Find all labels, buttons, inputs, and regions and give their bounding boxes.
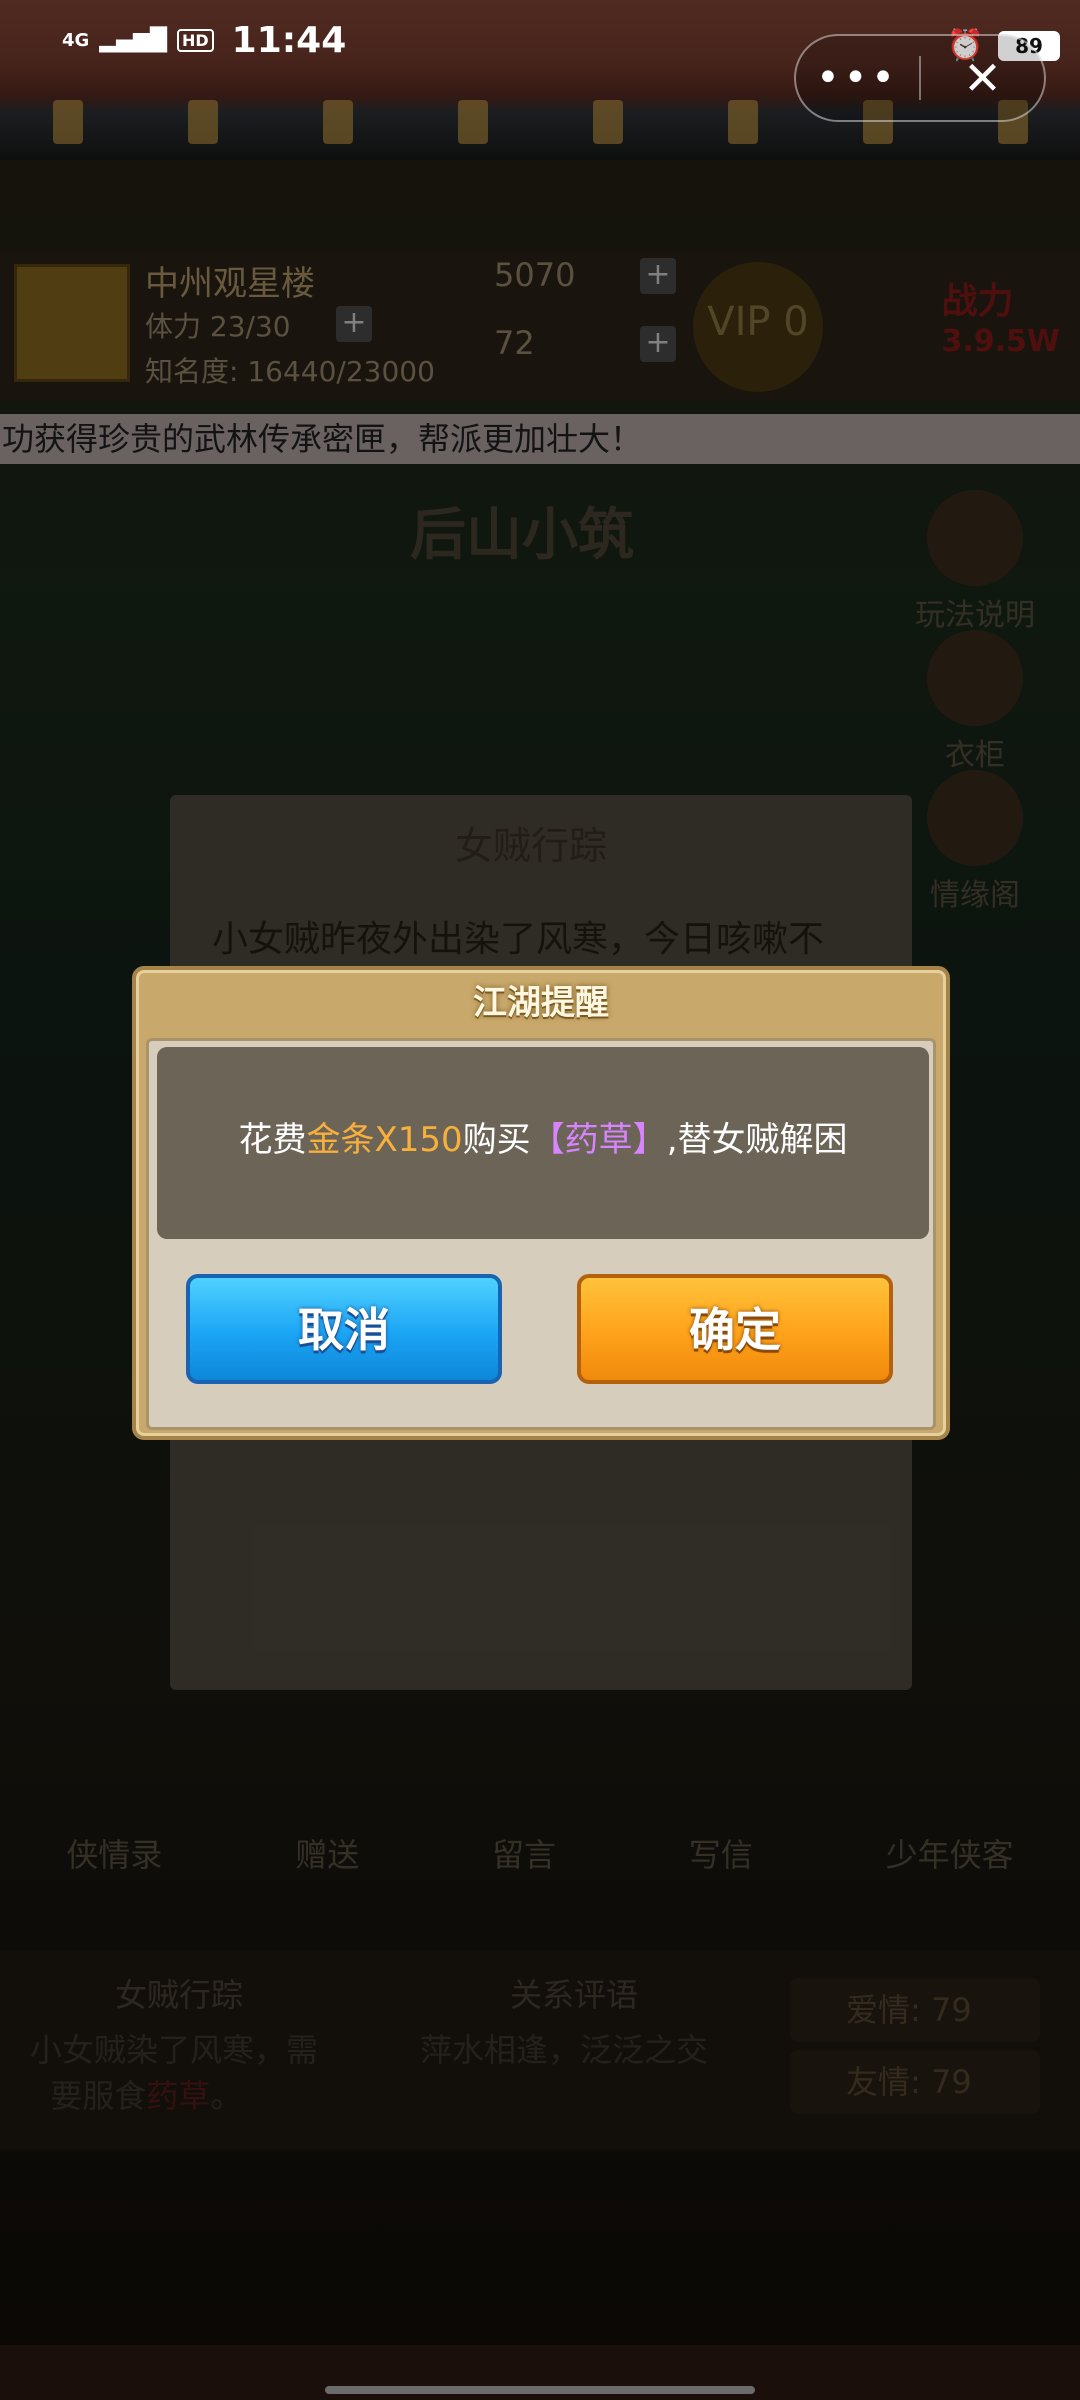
network-label: 4G xyxy=(62,29,90,51)
hd-badge: HD xyxy=(177,29,214,52)
dialog-message: 花费金条X150购买【药草】,替女贼解困 xyxy=(157,1047,929,1239)
clock: 11:44 xyxy=(231,20,347,61)
home-indicator[interactable] xyxy=(325,2386,755,2394)
cancel-button[interactable]: 取消 xyxy=(186,1274,502,1384)
cost-amount: 金条X150 xyxy=(306,1120,463,1160)
close-icon[interactable]: ✕ xyxy=(921,55,1044,101)
dialog-title: 江湖提醒 xyxy=(473,983,609,1023)
signal-icon: ▂▄▆█ xyxy=(99,28,167,53)
confirm-button[interactable]: 确定 xyxy=(577,1274,893,1384)
mini-program-capsule: ••• ✕ xyxy=(794,34,1046,122)
item-name: 【药草】 xyxy=(530,1120,667,1160)
more-icon[interactable]: ••• xyxy=(796,58,919,98)
